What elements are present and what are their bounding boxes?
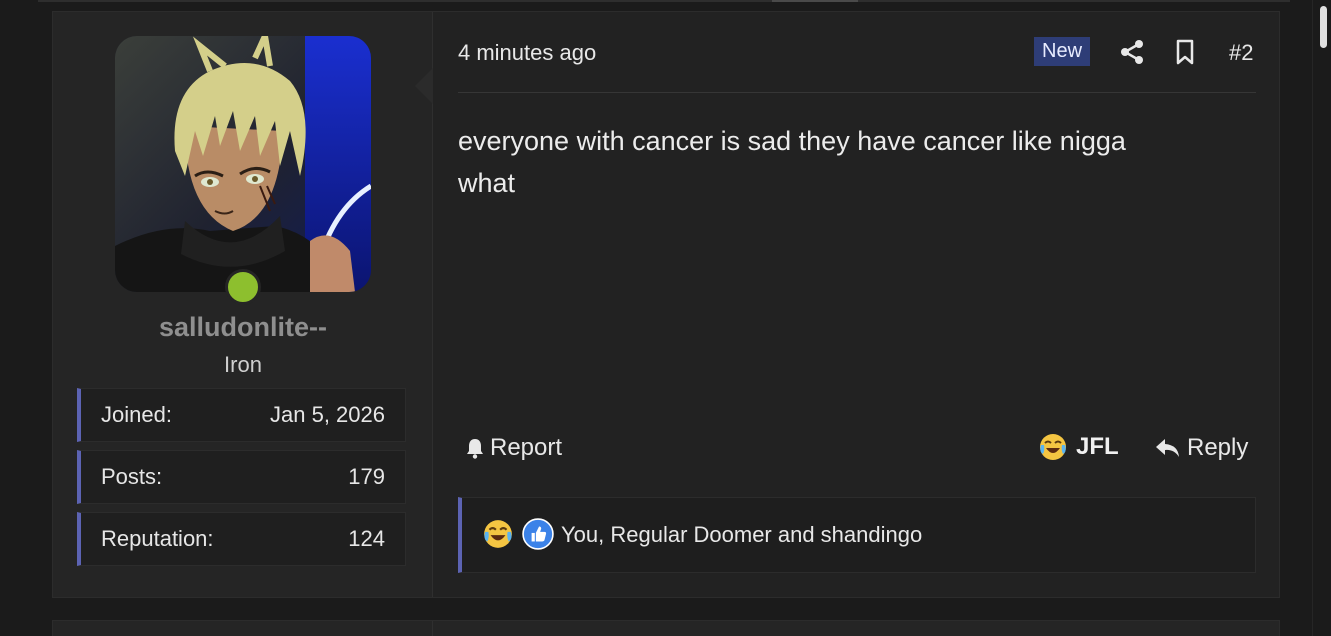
reaction-icons xyxy=(482,518,554,550)
stat-reputation: Reputation: 124 xyxy=(77,512,406,566)
reactions-summary[interactable]: You, Regular Doomer and shandingo xyxy=(561,522,922,548)
online-status-indicator xyxy=(225,269,261,305)
report-button[interactable]: Report xyxy=(464,434,562,462)
stat-posts: Posts: 179 xyxy=(77,450,406,504)
header-divider xyxy=(458,92,1256,93)
react-label: JFL xyxy=(1076,433,1119,460)
stat-label: Posts: xyxy=(101,464,163,489)
user-avatar[interactable] xyxy=(115,36,371,292)
crying-laughing-emoji-icon xyxy=(1040,434,1066,460)
crying-laughing-emoji-icon xyxy=(484,520,512,548)
stat-value: 124 xyxy=(348,526,385,551)
top-divider xyxy=(38,0,1290,2)
react-button[interactable]: JFL xyxy=(1038,432,1119,462)
stat-joined: Joined: Jan 5, 2026 xyxy=(77,388,406,442)
new-badge: New xyxy=(1034,37,1091,66)
message-pointer-arrow xyxy=(415,68,433,104)
report-label: Report xyxy=(490,434,563,461)
next-post-preview xyxy=(52,620,1280,636)
post-message: salludonlite-- Iron Joined: Jan 5, 2026 … xyxy=(52,11,1280,598)
message-body: everyone with cancer is sad they have ca… xyxy=(458,120,1238,204)
message-line: what xyxy=(458,168,516,198)
share-icon[interactable] xyxy=(1120,39,1144,65)
reactions-bar[interactable]: You, Regular Doomer and shandingo xyxy=(458,497,1256,573)
bell-icon xyxy=(467,439,483,459)
stat-label: Joined: xyxy=(101,402,172,427)
bookmark-icon[interactable] xyxy=(1175,39,1195,65)
user-title: Iron xyxy=(224,352,262,377)
stat-label: Reputation: xyxy=(101,526,214,551)
reply-label: Reply xyxy=(1187,434,1249,461)
thumbs-up-icon xyxy=(522,518,554,550)
username-link[interactable]: salludonlite-- xyxy=(53,312,433,343)
post-user-sidebar: salludonlite-- Iron Joined: Jan 5, 2026 … xyxy=(53,12,433,597)
reply-button[interactable]: Reply xyxy=(1155,434,1248,462)
reply-arrow-icon xyxy=(1156,439,1179,457)
stat-value: 179 xyxy=(348,464,385,489)
avatar-anime-image xyxy=(115,36,371,292)
scrollbar[interactable] xyxy=(1312,0,1331,636)
message-line: everyone with cancer is sad they have ca… xyxy=(458,126,1126,156)
forum-thread-page: salludonlite-- Iron Joined: Jan 5, 2026 … xyxy=(0,0,1331,636)
column-divider xyxy=(432,621,433,636)
post-timestamp[interactable]: 4 minutes ago xyxy=(458,40,596,66)
scrollbar-thumb[interactable] xyxy=(1320,6,1327,48)
top-tab-indicator xyxy=(772,0,858,2)
post-main: 4 minutes ago New #2 everyone with cance… xyxy=(458,12,1256,597)
post-number-link[interactable]: #2 xyxy=(1229,40,1253,66)
stat-value: Jan 5, 2026 xyxy=(270,402,385,427)
